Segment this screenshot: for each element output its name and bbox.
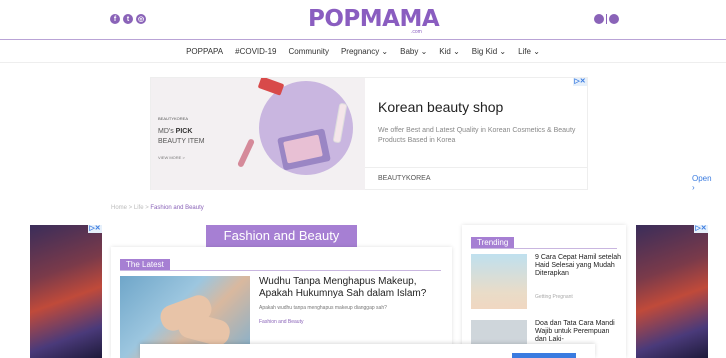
main-nav: POPPAPA #COVID-19 Community Pregnancy ⌄ … <box>0 41 726 63</box>
nav-item-covid[interactable]: #COVID-19 <box>235 47 276 56</box>
ad-headline: MD's PICK BEAUTY ITEM <box>158 127 205 147</box>
user-icon[interactable] <box>609 14 619 24</box>
nav-item-baby[interactable]: Baby ⌄ <box>400 47 427 56</box>
nav-item-kid[interactable]: Kid ⌄ <box>439 47 460 56</box>
ad-product-lipstick <box>236 138 256 168</box>
right-side-ad[interactable]: ▷✕ <box>636 225 708 358</box>
ad-description: We offer Best and Latest Quality in Kore… <box>378 127 576 144</box>
ad-choices-icon[interactable]: ▷✕ <box>573 78 587 86</box>
breadcrumb-current: Fashion and Beauty <box>150 205 204 211</box>
nav-item-life[interactable]: Life ⌄ <box>518 47 540 56</box>
facebook-icon[interactable]: f <box>110 14 120 24</box>
ad-choices-icon[interactable]: ▷✕ <box>88 225 102 233</box>
nav-item-pregnancy[interactable]: Pregnancy ⌄ <box>341 47 388 56</box>
left-side-ad[interactable]: ▷✕ <box>30 225 102 358</box>
article-description: Apakah wudhu tanpa menghapus makeup dian… <box>259 305 387 311</box>
logo-domain: .com <box>411 29 422 35</box>
nav-item-poppapa[interactable]: POPPAPA <box>186 47 223 56</box>
side-ad-image[interactable] <box>30 225 102 358</box>
social-links: f t ◎ <box>110 14 146 24</box>
ad-open-button[interactable]: Open › <box>692 174 712 192</box>
ad-product-image[interactable]: BEAUTYKOREA MD's PICK BEAUTY ITEM VIEW M… <box>151 78 365 190</box>
trending-card: Trending 9 Cara Cepat Hamil setelah Haid… <box>462 225 626 358</box>
latest-tag: The Latest <box>120 259 170 270</box>
page-title: Fashion and Beauty <box>206 225 357 247</box>
bottom-sticky-ad[interactable] <box>140 344 595 358</box>
trending-thumbnail[interactable] <box>471 254 527 309</box>
article-category[interactable]: Fashion and Beauty <box>259 319 303 325</box>
ad-brand-small: BEAUTYKOREA <box>158 116 189 121</box>
bottom-ad-button[interactable] <box>512 353 576 358</box>
ad-choices-icon[interactable]: ▷✕ <box>694 225 708 233</box>
ad-brand: BEAUTYKOREA <box>378 175 431 182</box>
trending-tag: Trending <box>471 237 515 248</box>
latest-card: The Latest Wudhu Tanpa Menghapus Makeup,… <box>111 247 452 358</box>
header-actions <box>594 14 619 24</box>
hand-shape <box>175 309 233 349</box>
divider <box>606 14 607 24</box>
ad-title[interactable]: Korean beauty shop <box>378 99 503 115</box>
nav-item-big-kid[interactable]: Big Kid ⌄ <box>472 47 506 56</box>
ad-product-red <box>257 78 285 96</box>
ad-divider <box>365 167 587 168</box>
breadcrumb-sep: > <box>127 205 134 211</box>
ad-headline-line2: BEAUTY ITEM <box>158 138 205 145</box>
trending-title[interactable]: 9 Cara Cepat Hamil setelah Haid Selesai … <box>535 254 621 278</box>
ad-headline-pick: PICK <box>175 128 193 135</box>
top-banner-ad[interactable]: BEAUTYKOREA MD's PICK BEAUTY ITEM VIEW M… <box>150 77 712 192</box>
breadcrumb-home[interactable]: Home <box>111 205 127 211</box>
ad-headline-prefix: MD's <box>158 128 176 135</box>
trending-category[interactable]: Getting Pregnant <box>535 294 573 300</box>
twitter-icon[interactable]: t <box>123 14 133 24</box>
divider <box>120 270 441 271</box>
divider <box>471 248 617 249</box>
trending-title[interactable]: Doa dan Tata Cara Mandi Wajib untuk Pere… <box>535 320 621 344</box>
ad-view-more[interactable]: VIEW MORE > <box>158 155 185 160</box>
top-header: f t ◎ POPMAMA .com <box>0 0 726 40</box>
article-title[interactable]: Wudhu Tanpa Menghapus Makeup, Apakah Huk… <box>259 276 444 300</box>
breadcrumb: Home > Life > Fashion and Beauty <box>111 205 204 211</box>
nav-item-community[interactable]: Community <box>289 47 329 56</box>
search-icon[interactable] <box>594 14 604 24</box>
instagram-icon[interactable]: ◎ <box>136 14 146 24</box>
breadcrumb-life[interactable]: Life <box>134 205 144 211</box>
side-ad-image[interactable] <box>636 225 708 358</box>
